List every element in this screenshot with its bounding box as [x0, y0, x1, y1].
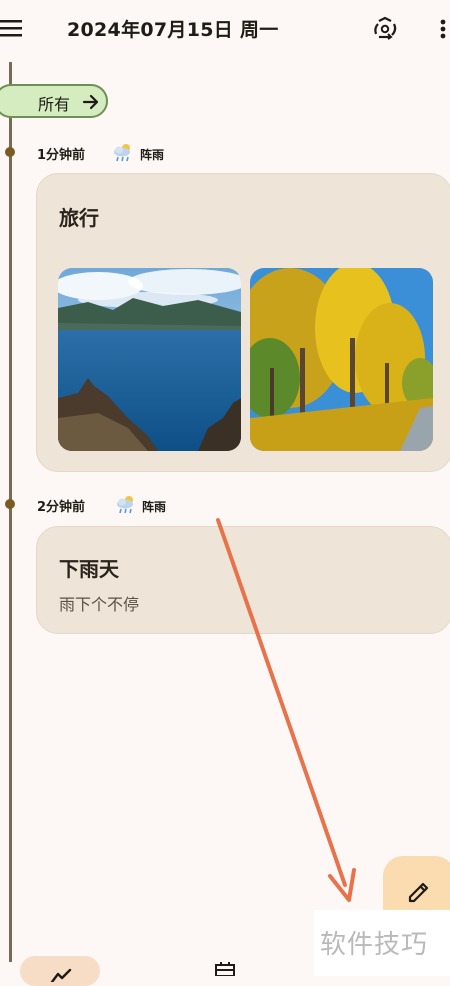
- edit-pencil-icon: [408, 882, 429, 903]
- nav-item-timeline[interactable]: [20, 956, 100, 986]
- watermark-text: 软件技巧: [320, 930, 429, 960]
- timeline-nav-icon: [50, 968, 72, 982]
- annotation-arrow: [216, 518, 356, 902]
- calendar-nav-icon[interactable]: [213, 962, 237, 976]
